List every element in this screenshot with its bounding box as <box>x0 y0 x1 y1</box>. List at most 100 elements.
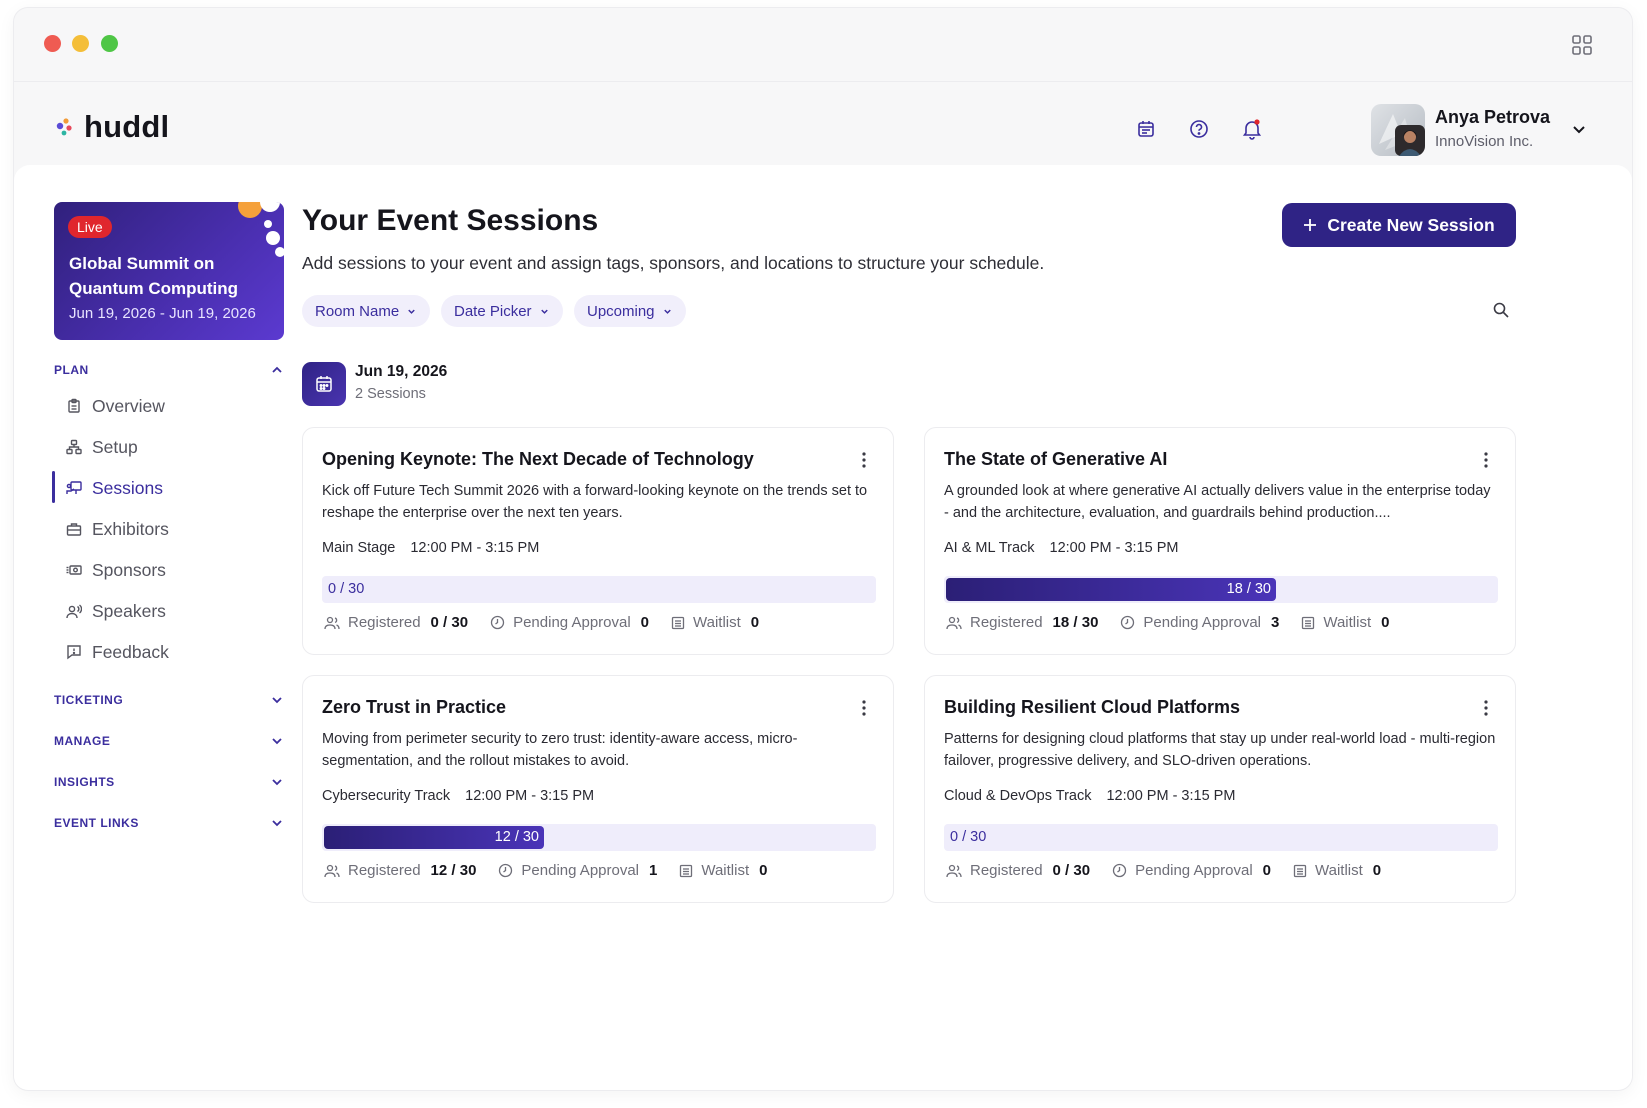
stat-waitlist: Waitlist 0 <box>1301 614 1389 631</box>
session-card[interactable]: The State of Generative AI A grounded lo… <box>924 427 1516 655</box>
sidebar-section-manage[interactable]: MANAGE <box>54 730 284 752</box>
create-new-session-button[interactable]: Create New Session <box>1282 203 1516 247</box>
filter-upcoming[interactable]: Upcoming <box>574 295 686 327</box>
stat-label: Waitlist <box>693 614 741 631</box>
date-group-calendar-icon <box>302 362 346 406</box>
chevron-down-icon <box>272 779 282 786</box>
active-indicator <box>52 471 55 503</box>
session-time: 12:00 PM - 3:15 PM <box>1106 788 1236 804</box>
chevron-down-icon <box>408 309 415 314</box>
avatar[interactable] <box>1371 104 1425 156</box>
more-options-icon[interactable] <box>1477 698 1495 718</box>
session-group-date: Jun 19, 2026 <box>355 363 448 380</box>
sidebar-item-sessions[interactable]: Sessions <box>66 471 284 505</box>
stat-value: 1 <box>649 862 658 879</box>
stat-pending: Pending Approval 1 <box>498 862 657 879</box>
sidebar-item-speakers[interactable]: Speakers <box>66 594 284 628</box>
sidebar-item-feedback[interactable]: Feedback <box>66 635 284 669</box>
session-description: Patterns for designing cloud platforms t… <box>944 731 1496 769</box>
briefcase-icon <box>66 521 82 537</box>
sidebar-item-overview[interactable]: Overview <box>66 389 284 423</box>
stat-value: 0 / 30 <box>1052 862 1091 879</box>
more-options-icon[interactable] <box>1477 450 1495 470</box>
stat-registered: Registered 12 / 30 <box>324 862 476 879</box>
stat-label: Registered <box>348 614 421 631</box>
sidebar-section-ticketing[interactable]: TICKETING <box>54 689 284 711</box>
presentation-icon <box>66 480 82 496</box>
notification-bell-icon[interactable] <box>1238 115 1266 143</box>
sidebar-item-label: Overview <box>92 395 165 416</box>
filter-label: Date Picker <box>454 302 532 320</box>
clock-icon <box>490 615 505 630</box>
session-stats: Registered 18 / 30 Pending Approval 3 Wa… <box>946 614 1411 631</box>
session-title: The State of Generative AI <box>944 449 1168 469</box>
more-options-icon[interactable] <box>855 450 873 470</box>
sidebar-item-sponsors[interactable]: Sponsors <box>66 553 284 587</box>
sidebar-section-insights[interactable]: INSIGHTS <box>54 771 284 793</box>
stat-registered: Registered 0 / 30 <box>324 614 468 631</box>
search-icon[interactable] <box>1492 301 1512 321</box>
session-card[interactable]: Zero Trust in Practice Moving from perim… <box>302 675 894 903</box>
stat-label: Waitlist <box>701 862 750 879</box>
chevron-down-icon <box>272 738 282 745</box>
list-icon <box>680 864 693 877</box>
sidebar-section-event-links[interactable]: EVENT LINKS <box>54 812 284 834</box>
session-room: Cybersecurity Track <box>322 788 451 804</box>
capacity-bar: 12 / 30 <box>322 824 876 851</box>
stat-pending: Pending Approval 0 <box>1112 862 1271 879</box>
close-window-button[interactable] <box>44 35 61 52</box>
user-name[interactable]: Anya Petrova <box>1435 107 1550 128</box>
clock-icon <box>1121 615 1135 630</box>
clock-icon <box>1112 863 1127 878</box>
chevron-down-icon <box>272 820 282 827</box>
sidebar-item-label: Sponsors <box>92 559 166 580</box>
speaker-icon <box>66 603 82 619</box>
filter-room-name[interactable]: Room Name <box>302 295 431 327</box>
session-title: Opening Keynote: The Next Decade of Tech… <box>322 449 754 469</box>
sidebar-item-label: Speakers <box>92 600 166 621</box>
sidebar-section-label: PLAN <box>54 363 89 377</box>
maximize-window-button[interactable] <box>101 35 118 52</box>
session-meta: Cloud & DevOps Track 12:00 PM - 3:15 PM <box>944 788 1235 804</box>
logo-mark-icon <box>56 118 72 136</box>
calendar-icon[interactable] <box>1132 115 1160 143</box>
page-title: Your Event Sessions <box>302 204 599 237</box>
more-options-icon[interactable] <box>855 698 873 718</box>
stat-label: Waitlist <box>1315 862 1363 879</box>
stat-pending: Pending Approval 0 <box>490 614 649 631</box>
session-meta: Cybersecurity Track 12:00 PM - 3:15 PM <box>322 788 594 804</box>
current-event-card[interactable]: Live Global Summit on Quantum Computing … <box>54 202 284 340</box>
sidebar-item-label: Exhibitors <box>92 518 169 539</box>
stat-value: 12 / 30 <box>430 862 477 879</box>
apps-grid-icon[interactable] <box>1570 33 1594 57</box>
huddl-logo[interactable]: huddl <box>54 109 169 145</box>
top-navigation: huddl Anya Petrova InnoVision Inc. <box>14 83 1632 173</box>
session-meta: Main Stage 12:00 PM - 3:15 PM <box>322 540 539 556</box>
sidebar-item-setup[interactable]: Setup <box>66 430 284 464</box>
session-stats: Registered 0 / 30 Pending Approval 0 Wai… <box>946 862 1403 879</box>
stat-label: Waitlist <box>1323 614 1372 631</box>
session-description: Kick off Future Tech Summit 2026 with a … <box>322 483 868 521</box>
help-icon[interactable] <box>1185 115 1213 143</box>
session-time: 12:00 PM - 3:15 PM <box>410 540 540 556</box>
user-menu-chevron-down-icon[interactable] <box>1569 119 1589 139</box>
capacity-label: 12 / 30 <box>494 829 539 845</box>
session-card[interactable]: Building Resilient Cloud Platforms Patte… <box>924 675 1516 903</box>
list-icon <box>1293 864 1307 877</box>
event-dates: Jun 19, 2026 - Jun 19, 2026 <box>69 305 256 322</box>
filter-date-picker[interactable]: Date Picker <box>441 295 563 327</box>
session-meta: AI & ML Track 12:00 PM - 3:15 PM <box>944 540 1178 556</box>
clock-icon <box>499 863 513 878</box>
sidebar-section-label: INSIGHTS <box>54 775 115 789</box>
stat-value: 0 <box>750 614 760 631</box>
chevron-up-icon <box>272 366 282 373</box>
session-title: Zero Trust in Practice <box>322 697 507 717</box>
main-content: Live Global Summit on Quantum Computing … <box>14 165 1632 1090</box>
session-card[interactable]: Opening Keynote: The Next Decade of Tech… <box>302 427 894 655</box>
title-bar <box>14 8 1632 82</box>
sidebar-section-plan[interactable]: PLAN <box>54 359 284 381</box>
session-room: AI & ML Track <box>944 540 1035 556</box>
sidebar-item-exhibitors[interactable]: Exhibitors <box>66 512 284 546</box>
minimize-window-button[interactable] <box>72 35 89 52</box>
hierarchy-icon <box>66 439 82 455</box>
